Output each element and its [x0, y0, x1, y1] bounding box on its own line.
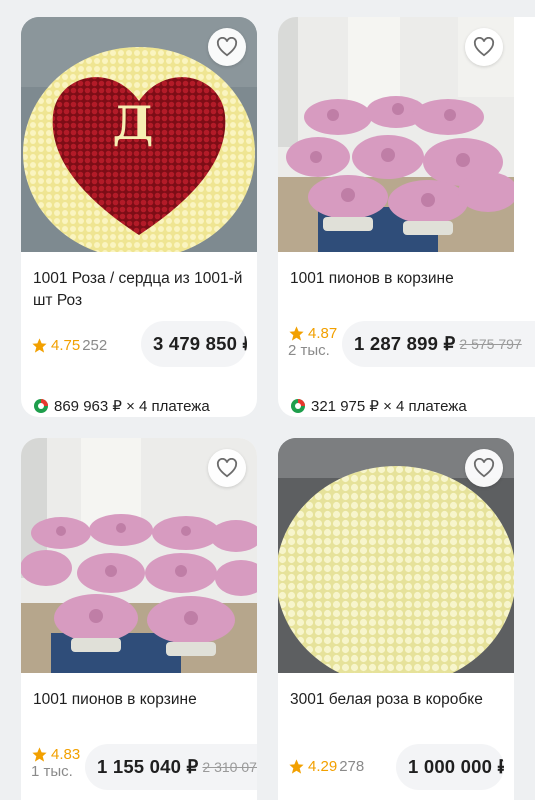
product-card-3[interactable]: 1001 пионов в корзине 4.83 1 тыс. 1 155 … [21, 438, 257, 800]
old-price: 2 575 797 [459, 336, 522, 352]
installment-info[interactable]: 869 963 ₽ × 4 платежа [33, 397, 210, 415]
favorite-heart-icon[interactable] [465, 449, 503, 487]
review-count: 2 тыс. [288, 342, 330, 359]
review-count: 252 [82, 337, 108, 354]
product-rating: 4.83 1 тыс. [31, 746, 80, 780]
star-icon [32, 747, 47, 762]
product-card-4[interactable]: 3001 белая роза в коробке 4.29 278 1 000… [278, 438, 514, 800]
price-button[interactable]: 1 287 899 ₽ 2 575 797 [342, 321, 535, 367]
rating-score: 4.87 [308, 325, 338, 342]
installment-info[interactable]: 321 975 ₽ × 4 платежа [290, 397, 467, 415]
rating-score: 4.83 [51, 746, 81, 763]
star-icon [289, 759, 304, 774]
product-rating: 4.75 252 [31, 337, 107, 354]
heart-letter: Д [113, 96, 154, 150]
installment-text: 869 963 ₽ × 4 платежа [54, 398, 210, 415]
product-card-2[interactable]: 1001 пионов в корзине 4.87 2 тыс. 1 287 … [278, 17, 535, 417]
installment-text: 321 975 ₽ × 4 платежа [311, 398, 467, 415]
rating-score: 4.29 [308, 758, 338, 775]
review-count: 1 тыс. [31, 763, 73, 780]
old-price: 2 310 079 [202, 759, 257, 775]
product-price: 3 479 850 ₽ [153, 333, 247, 354]
product-rating: 4.29 278 [288, 758, 364, 775]
rating-score: 4.75 [51, 337, 81, 354]
product-price: 1 287 899 ₽ [354, 333, 456, 354]
price-button[interactable]: 1 155 040 ₽ 2 310 079 [85, 744, 257, 790]
split-payment-icon [34, 399, 48, 413]
product-title[interactable]: 3001 белая роза в коробке [290, 689, 505, 711]
product-card-1[interactable]: Д 1001 Роза / сердца из 1001-й шт Роз 4.… [21, 17, 257, 417]
product-title[interactable]: 1001 Роза / сердца из 1001-й шт Роз [33, 268, 248, 312]
favorite-heart-icon[interactable] [208, 28, 246, 66]
product-price: 1 000 000 ₽ [408, 756, 504, 777]
review-count: 278 [339, 758, 365, 775]
split-payment-icon [291, 399, 305, 413]
star-icon [32, 338, 47, 353]
price-button[interactable]: 1 000 000 ₽ [396, 744, 504, 790]
star-icon [289, 326, 304, 341]
favorite-heart-icon[interactable] [465, 28, 503, 66]
price-button[interactable]: 3 479 850 ₽ [141, 321, 247, 367]
product-title[interactable]: 1001 пионов в корзине [290, 268, 505, 290]
product-title[interactable]: 1001 пионов в корзине [33, 689, 248, 711]
product-price: 1 155 040 ₽ [97, 756, 199, 777]
favorite-heart-icon[interactable] [208, 449, 246, 487]
product-rating: 4.87 2 тыс. [288, 325, 337, 359]
